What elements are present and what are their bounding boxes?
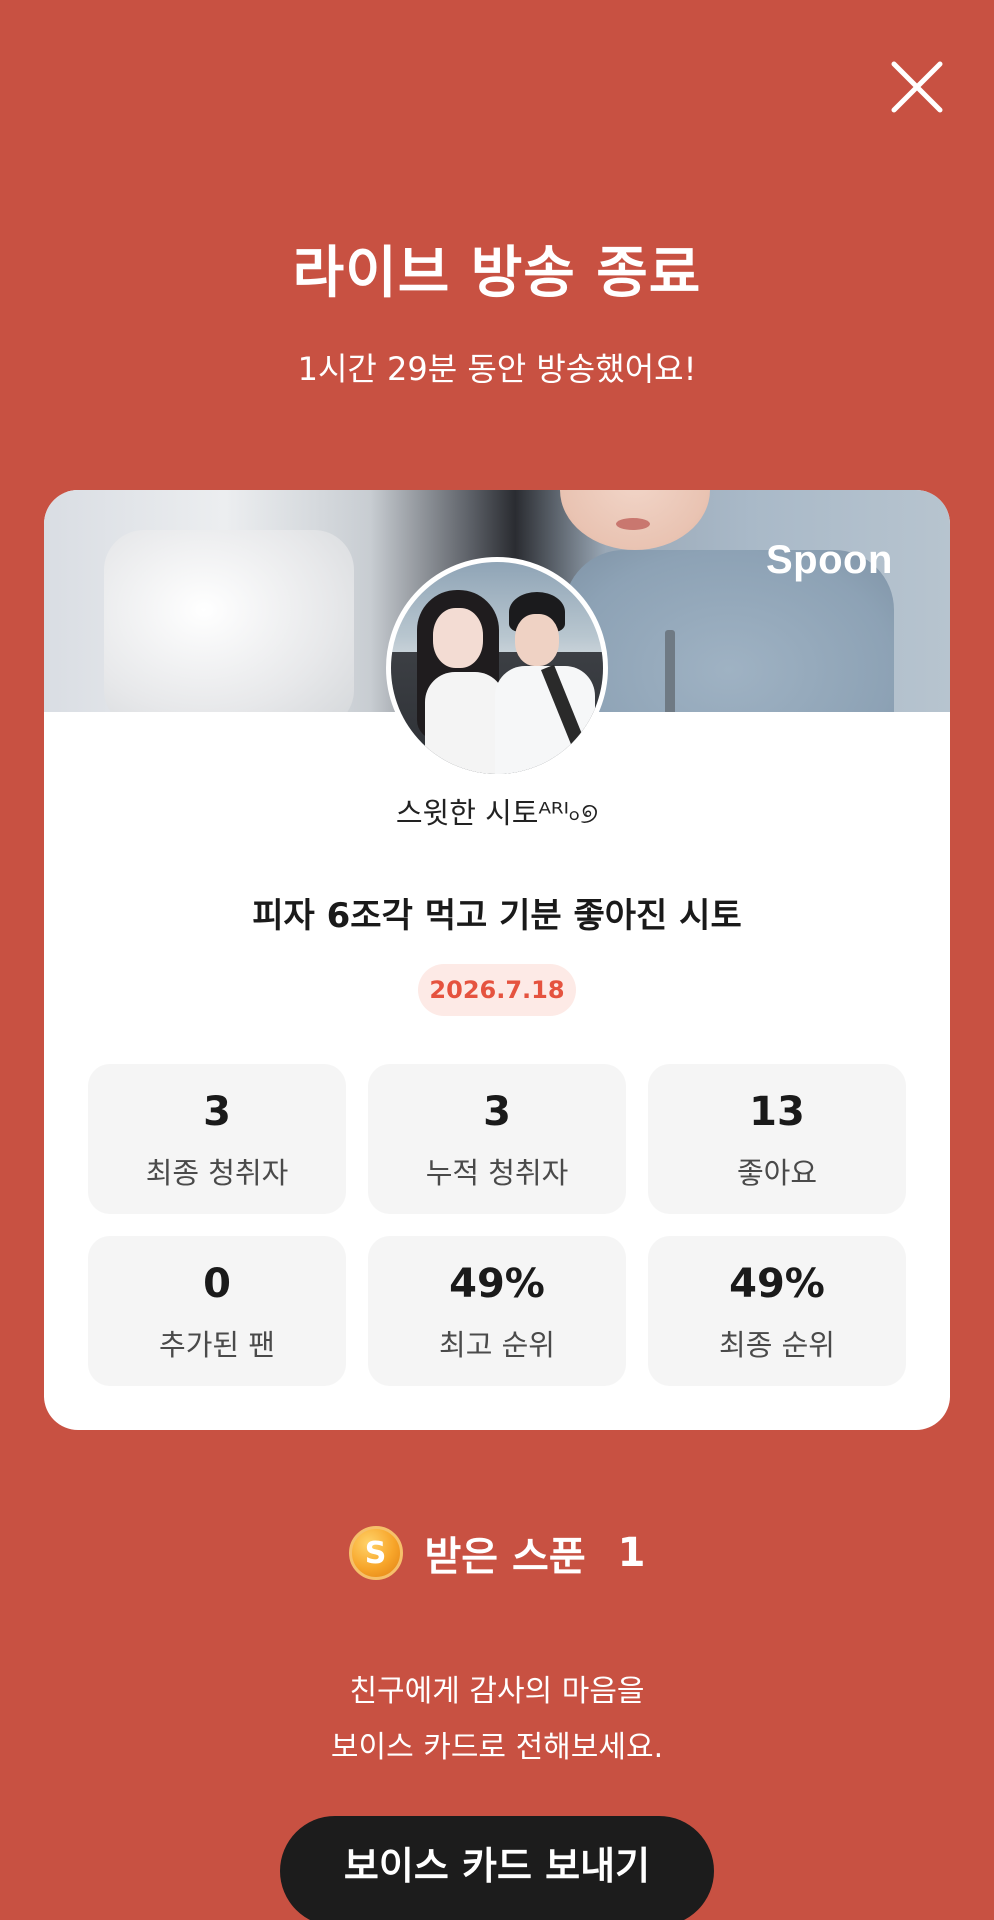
stat-value: 49% (449, 1261, 545, 1307)
thanks-line-1: 친구에게 감사의 마음을 (349, 1674, 645, 1709)
thanks-message: 친구에게 감사의 마음을 보이스 카드로 전해보세요. (0, 1664, 994, 1776)
stats-grid: 3 최종 청취자 3 누적 청취자 13 좋아요 0 추가된 팬 49% 최고 … (88, 1064, 906, 1386)
stat-likes: 13 좋아요 (648, 1064, 906, 1214)
stat-label: 누적 청취자 (425, 1156, 569, 1190)
stat-value: 49% (729, 1261, 825, 1307)
broadcast-duration: 1시간 29분 동안 방송했어요! (297, 350, 697, 388)
date-badge: 2026.7.18 (418, 964, 576, 1016)
stat-label: 최종 청취자 (145, 1156, 289, 1190)
stat-label: 좋아요 (736, 1156, 818, 1190)
send-voice-card-button[interactable]: 보이스 카드 보내기 (280, 1816, 714, 1920)
stat-value: 13 (749, 1089, 805, 1135)
live-title: 피자 6조각 먹고 기분 좋아진 시토 (252, 896, 742, 936)
avatar (386, 557, 608, 779)
stat-best-rank: 49% 최고 순위 (368, 1236, 626, 1386)
stat-label: 최고 순위 (439, 1328, 555, 1362)
stat-label: 최종 순위 (719, 1328, 835, 1362)
spoon-coin-icon: S (348, 1526, 403, 1580)
stat-value: 3 (203, 1089, 231, 1135)
live-summary-card: Spoon 스윗한 시토ᴬᴿᴵ৹୭ 피자 6조각 먹고 기분 좋아진 시토 20… (44, 490, 950, 1430)
close-icon[interactable] (888, 58, 946, 116)
stat-total-listeners: 3 누적 청취자 (368, 1064, 626, 1214)
thanks-line-2: 보이스 카드로 전해보세요. (330, 1730, 664, 1765)
stat-value: 0 (203, 1261, 231, 1307)
stat-label: 추가된 팬 (159, 1328, 275, 1362)
received-spoons-count: 1 (617, 1530, 646, 1576)
stat-value: 3 (483, 1089, 511, 1135)
stat-new-fans: 0 추가된 팬 (88, 1236, 346, 1386)
received-spoons-label: 받은 스푼 (424, 1534, 586, 1580)
stat-final-listeners: 3 최종 청취자 (88, 1064, 346, 1214)
received-spoons: S 받은 스푼 1 (0, 1524, 994, 1582)
spoon-logo: Spoon (766, 538, 893, 582)
page-title: 라이브 방송 종료 (292, 241, 702, 306)
username: 스윗한 시토ᴬᴿᴵ৹୭ (395, 796, 599, 830)
stat-final-rank: 49% 최종 순위 (648, 1236, 906, 1386)
